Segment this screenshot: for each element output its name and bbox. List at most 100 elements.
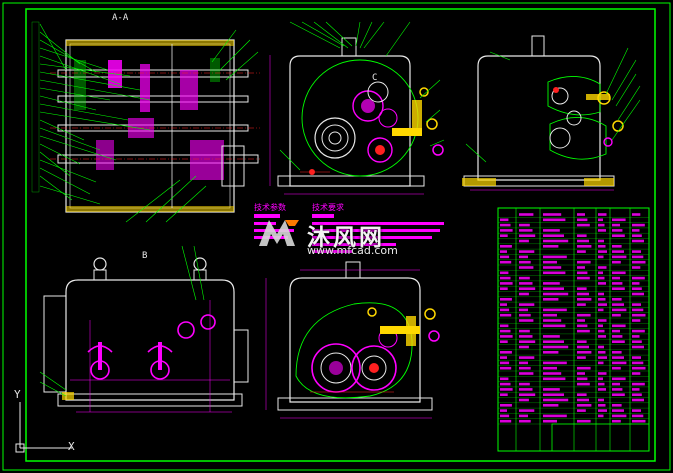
bom-cell-text (577, 223, 590, 227)
bom-cell-text (519, 266, 534, 269)
bom-cell-text (519, 409, 535, 412)
bom-cell-text (543, 340, 564, 343)
axis-x-label: X (68, 440, 75, 453)
bom-cell-text (632, 213, 641, 216)
bom-cell-text (543, 366, 557, 370)
bom-cell-text (543, 266, 562, 269)
bom-cell-text (577, 351, 592, 354)
bom-cell-text (500, 393, 508, 396)
bom-cell-text (577, 393, 587, 396)
bom-cell-text (598, 335, 606, 338)
bom-cell-text (598, 298, 606, 301)
bom-cell-text (598, 245, 606, 248)
bom-cell-text (612, 298, 622, 301)
bom-cell-text (519, 229, 533, 232)
bom-cell-text (500, 303, 507, 306)
bom-cell-text (612, 335, 623, 338)
bom-cell-text (519, 319, 534, 322)
bom-cell-text (543, 398, 569, 402)
bom-cell-text (632, 282, 640, 285)
bom-cell-text (519, 398, 529, 402)
bom-cell-text (500, 351, 512, 354)
bom-cell-text (577, 218, 588, 222)
bom-cell-text (500, 271, 509, 275)
bom-cell-text (577, 419, 591, 423)
bom-cell-text (577, 319, 585, 322)
bom-cell-text (519, 213, 534, 216)
bom-cell-text (543, 213, 562, 216)
bom-cell-text (612, 308, 627, 312)
bom-cell-text (598, 414, 604, 418)
bom-cell-text (577, 271, 588, 275)
bom-cell-text (598, 276, 605, 280)
bom-cell-text (632, 234, 642, 237)
bom-cell-text (577, 404, 592, 407)
bom-cell-text (543, 351, 559, 354)
bom-cell-text (632, 393, 642, 396)
bom-cell-text (632, 287, 642, 290)
bom-cell-text (577, 239, 589, 243)
bom-cell-text (500, 298, 512, 301)
bom-cell-text (577, 260, 591, 264)
bom-cell-text (632, 276, 645, 280)
bom-cell-text (577, 303, 586, 306)
bom-cell-text (500, 340, 508, 343)
bom-cell-text (500, 388, 513, 391)
bom-cell-text (632, 409, 641, 412)
bom-cell-text (500, 404, 512, 407)
bom-cell-text (632, 313, 646, 317)
bom-cell-text (519, 388, 533, 391)
bom-cell-text (543, 271, 566, 275)
bom-cell-text (632, 419, 646, 423)
site-logo-icon (259, 220, 299, 246)
bom-cell-text (598, 282, 606, 285)
bom-cell-text (500, 218, 509, 222)
bom-cell-text (632, 266, 641, 269)
bom-cell-text (500, 223, 511, 227)
bom-cell-text (612, 329, 620, 333)
bom-cell-text (598, 223, 605, 227)
bom-cell-text (612, 287, 625, 290)
bom-cell-text (500, 276, 511, 280)
bom-cell-text (577, 345, 589, 349)
bom-cell-text (598, 239, 604, 243)
bom-cell-text (612, 313, 621, 317)
bom-cell-text (519, 223, 530, 227)
bom-cell-text (632, 398, 644, 402)
bom-cell-text (632, 250, 641, 253)
bom-cell-text (612, 245, 622, 248)
bom-cell-text (612, 404, 622, 407)
front-view (269, 21, 445, 195)
bom-cell-text (519, 292, 529, 296)
bom-cell-text (543, 218, 566, 222)
bom-cell-text (598, 266, 607, 269)
bom-cell-text (598, 382, 605, 386)
bom-cell-text (577, 324, 588, 328)
bom-cell-text (612, 393, 625, 396)
bom-cell-text (543, 313, 557, 317)
bom-cell-text (543, 260, 557, 264)
bom-cell-text (519, 393, 536, 396)
bom-cell-text (519, 382, 530, 386)
bom-cell-text (543, 292, 569, 296)
bom-cell-text (577, 292, 589, 296)
bom-cell-text (632, 414, 644, 418)
bom-cell-text (598, 255, 604, 259)
bom-cell-text (500, 329, 511, 333)
bom-cell-text (519, 234, 536, 237)
bom-cell-text (577, 213, 585, 216)
bom-cell-text (632, 308, 644, 312)
bom-cell-text (519, 340, 536, 343)
front-view-label: C (372, 73, 378, 83)
bom-cell-text (612, 234, 625, 237)
bom-cell-text (543, 239, 569, 243)
bom-cell-text (598, 218, 603, 222)
top-sectional-view (31, 21, 260, 223)
bom-cell-text (500, 229, 513, 232)
bom-cell-text (519, 356, 535, 359)
bom-cell-text (519, 329, 530, 333)
bom-cell-text (598, 361, 604, 365)
bom-cell-text (612, 303, 624, 306)
bom-cell-text (632, 303, 641, 306)
bom-cell-text (577, 409, 586, 412)
